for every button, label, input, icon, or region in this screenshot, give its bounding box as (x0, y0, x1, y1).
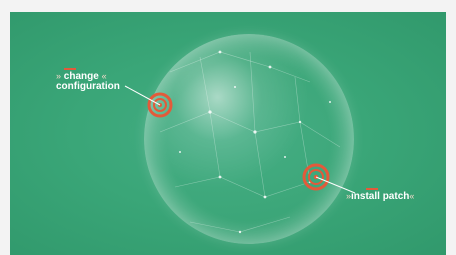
callout-install-patch: »install patch« (346, 188, 414, 202)
bracket-close: « (409, 191, 415, 201)
callout-label-line2: configuration (56, 81, 120, 92)
bracket-open: » (56, 71, 62, 81)
accent-dash (64, 68, 76, 70)
sphere-network-overlay (124, 50, 356, 234)
scene-background: » change « configuration »install patch« (10, 12, 446, 255)
callout-label: install patch (351, 191, 410, 202)
callout-change-configuration: » change « configuration (56, 68, 120, 92)
bracket-close: « (101, 71, 107, 81)
accent-dash (366, 188, 378, 190)
